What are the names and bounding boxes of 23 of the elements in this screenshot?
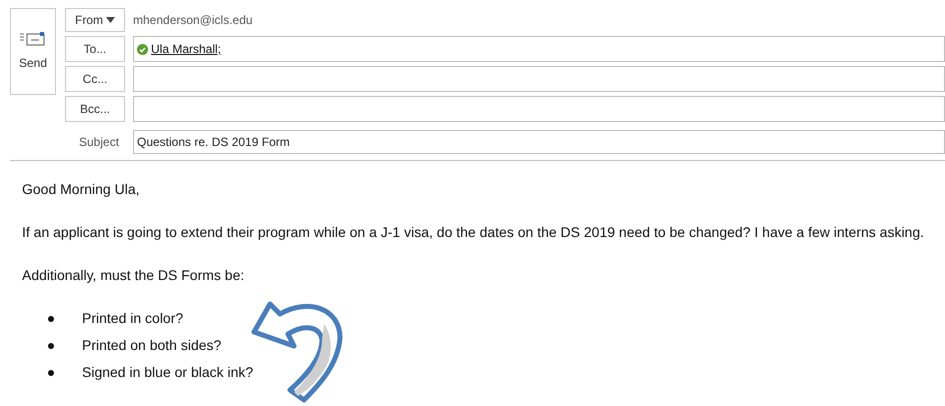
subject-field[interactable]: Questions re. DS 2019 Form xyxy=(133,130,945,154)
bullet-icon xyxy=(48,316,54,322)
address-book-button[interactable]: Bcc... xyxy=(65,96,125,122)
recipient-field[interactable] xyxy=(133,96,945,122)
bullet-icon xyxy=(48,342,54,348)
dropdown-icon xyxy=(106,17,115,23)
sender-address: mhenderson@icls.edu xyxy=(133,12,253,29)
envelope-icon xyxy=(20,32,46,46)
body-paragraph: Good Morning Ula, xyxy=(22,180,141,199)
bullet-text: Printed in color? xyxy=(82,309,184,328)
body-paragraph: If an applicant is going to extend their program while on a J-1 visa, do the dates on the DS 2019 need to be changed? I have a few interns asking. xyxy=(22,223,926,242)
bullet-icon xyxy=(48,370,54,376)
subject-label: Subject xyxy=(78,134,120,151)
address-book-button[interactable]: Cc... xyxy=(65,66,125,92)
address-book-button[interactable]: To... xyxy=(65,36,125,62)
from-button[interactable]: From xyxy=(65,8,125,32)
bullet-text: Signed in blue or black ink? xyxy=(82,363,254,382)
recipient-name[interactable]: Ula Marshall; xyxy=(151,40,222,58)
bullet-text: Printed on both sides? xyxy=(82,336,222,355)
send-button[interactable]: Send xyxy=(10,8,56,95)
recipient-field[interactable]: Ula Marshall; xyxy=(133,36,945,62)
body-paragraph: Additionally, must the DS Forms be: xyxy=(22,266,246,285)
recipient-field[interactable] xyxy=(133,66,945,92)
